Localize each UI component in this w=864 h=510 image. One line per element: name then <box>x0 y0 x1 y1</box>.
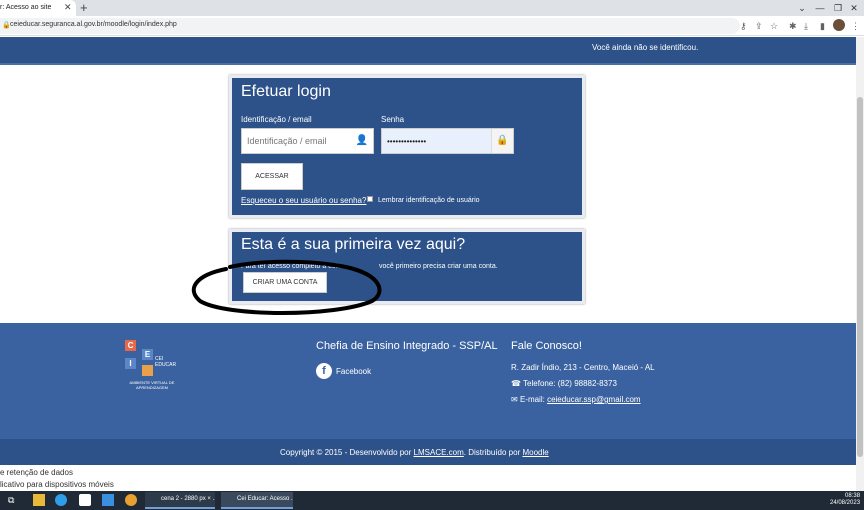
contact-phone: Telefone: (82) 98882-8373 <box>523 379 617 388</box>
file-explorer-icon[interactable] <box>33 494 45 506</box>
remember-username-label: Lembrar identificação de usuário <box>378 197 480 204</box>
lock-icon: 🔒 <box>491 129 513 153</box>
logo-letter-i: I <box>125 358 136 369</box>
page-scrollbar[interactable] <box>856 37 864 491</box>
clock-time: 08:38 <box>845 493 861 499</box>
moodle-link[interactable]: Moodle <box>522 448 548 457</box>
chrome-icon[interactable] <box>125 494 137 506</box>
username-placeholder: Identificação / email <box>247 136 327 146</box>
mobile-app-link[interactable]: licativo para dispositivos móveis <box>0 479 114 491</box>
data-retention-link[interactable]: e retenção de dados <box>0 467 114 479</box>
username-label: Identificação / email <box>241 115 312 124</box>
register-text-right: você primeiro precisa criar uma conta. <box>379 263 498 270</box>
window-close-icon[interactable]: ✕ <box>842 0 864 16</box>
footer-org-title: Chefia de Ensino Integrado - SSP/AL <box>316 340 498 352</box>
logo-caption: AMBIENTE VIRTUAL DE APRENDIZAGEM <box>129 380 175 390</box>
user-icon: 👤 <box>351 129 373 153</box>
email-link[interactable]: ceieducar.ssp@gmail.com <box>547 395 641 404</box>
tab-title: r: Acesso ao site <box>0 4 52 11</box>
password-field[interactable]: •••••••••••••• 🔒 <box>381 128 514 154</box>
share-icon[interactable]: ⇪ <box>755 20 763 32</box>
password-value: •••••••••••••• <box>387 137 427 146</box>
facebook-link[interactable]: Facebook <box>336 367 371 376</box>
distributed-by-text: . Distribuído por <box>463 448 523 457</box>
login-card: Efetuar login Identificação / email Iden… <box>229 75 585 218</box>
mail-icon[interactable] <box>102 494 114 506</box>
url-text[interactable]: ceieducar.seguranca.al.gov.br/moodle/log… <box>10 21 177 28</box>
download-icon[interactable]: ⤓ <box>804 20 808 32</box>
browser-toolbar: 🔒 ceieducar.seguranca.al.gov.br/moodle/l… <box>0 16 864 36</box>
contact-address: R. Zadir Índio, 213 - Centro, Maceió - A… <box>511 363 655 372</box>
copyright-prefix: Copyright © 2015 - Desenvolvido por <box>280 448 414 457</box>
store-icon[interactable] <box>79 494 91 506</box>
username-field[interactable]: Identificação / email 👤 <box>241 128 374 154</box>
browser-tab[interactable]: r: Acesso ao site ✕ <box>0 0 76 16</box>
os-taskbar: ⧉ cena 2 - 2880 px × ... Cei Educar: Ace… <box>0 491 864 510</box>
logo-letter-c: C <box>125 340 136 351</box>
browser-tab-bar: r: Acesso ao site ✕ + ⌄ — ❐ ✕ <box>0 0 864 16</box>
clock-date: 24/08/2023 <box>830 500 861 506</box>
profile-avatar[interactable] <box>833 19 845 31</box>
page-viewport: Você ainda não se identificou. Efetuar l… <box>0 37 856 491</box>
menu-kebab-icon[interactable]: ⋮ <box>851 20 860 32</box>
scrollbar-thumb[interactable] <box>857 97 863 457</box>
login-submit-button[interactable]: ACESSAR <box>241 163 303 190</box>
contact-email-row: ✉ E-mail: ceieducar.ssp@gmail.com <box>511 395 641 404</box>
copyright-text: Copyright © 2015 - Desenvolvido por LMSA… <box>280 448 549 457</box>
logo-sub2: EDUCAR <box>155 362 177 368</box>
developer-link[interactable]: LMSACE.com <box>414 448 464 457</box>
new-tab-button[interactable]: + <box>80 0 88 16</box>
site-navbar: Você ainda não se identificou. <box>0 37 856 65</box>
tab-close-icon[interactable]: ✕ <box>64 2 72 13</box>
password-label: Senha <box>381 115 405 124</box>
key-icon[interactable]: ⚷ <box>740 20 747 32</box>
task-view-icon[interactable]: ⧉ <box>8 494 20 506</box>
taskbar-window-2[interactable]: Cei Educar: Acesso ... <box>221 492 293 509</box>
register-title: Esta é a sua primeira vez aqui? <box>241 236 466 253</box>
copyright-bar: Copyright © 2015 - Desenvolvido por LMSA… <box>0 439 856 465</box>
contact-title: Fale Conosco! <box>511 340 582 352</box>
site-footer: C E I CEI EDUCAR AMBIENTE VIRTUAL DE APR… <box>0 323 856 439</box>
remember-username-checkbox[interactable] <box>367 196 373 202</box>
edge-icon[interactable] <box>55 494 67 506</box>
bottom-links: e retenção de dados licativo para dispos… <box>0 467 114 491</box>
taskbar-window-1[interactable]: cena 2 - 2880 px × ... <box>145 492 215 509</box>
login-status-text: Você ainda não se identificou. <box>592 43 699 52</box>
extensions-icon[interactable]: ✱ <box>789 20 797 32</box>
cei-educar-logo: C E I CEI EDUCAR AMBIENTE VIRTUAL DE APR… <box>124 339 184 391</box>
facebook-icon[interactable]: f <box>316 363 332 379</box>
email-icon: ✉ <box>511 395 520 404</box>
bookmark-star-icon[interactable]: ☆ <box>770 20 778 32</box>
email-prefix: E-mail: <box>519 395 548 404</box>
forgot-password-link[interactable]: Esqueceu o seu usuário ou senha? <box>241 196 366 205</box>
annotation-ellipse <box>191 259 382 315</box>
phone-icon: ☎ <box>511 379 524 388</box>
logo-figure <box>142 365 153 376</box>
system-clock[interactable]: 08:38 24/08/2023 <box>830 493 860 507</box>
login-title: Efetuar login <box>241 83 331 100</box>
side-panel-icon[interactable]: ▮ <box>820 20 825 32</box>
contact-phone-row: ☎ Telefone: (82) 98882-8373 <box>511 379 617 388</box>
address-bar[interactable]: 🔒 ceieducar.seguranca.al.gov.br/moodle/l… <box>0 18 740 34</box>
logo-letter-e: E <box>142 349 153 360</box>
